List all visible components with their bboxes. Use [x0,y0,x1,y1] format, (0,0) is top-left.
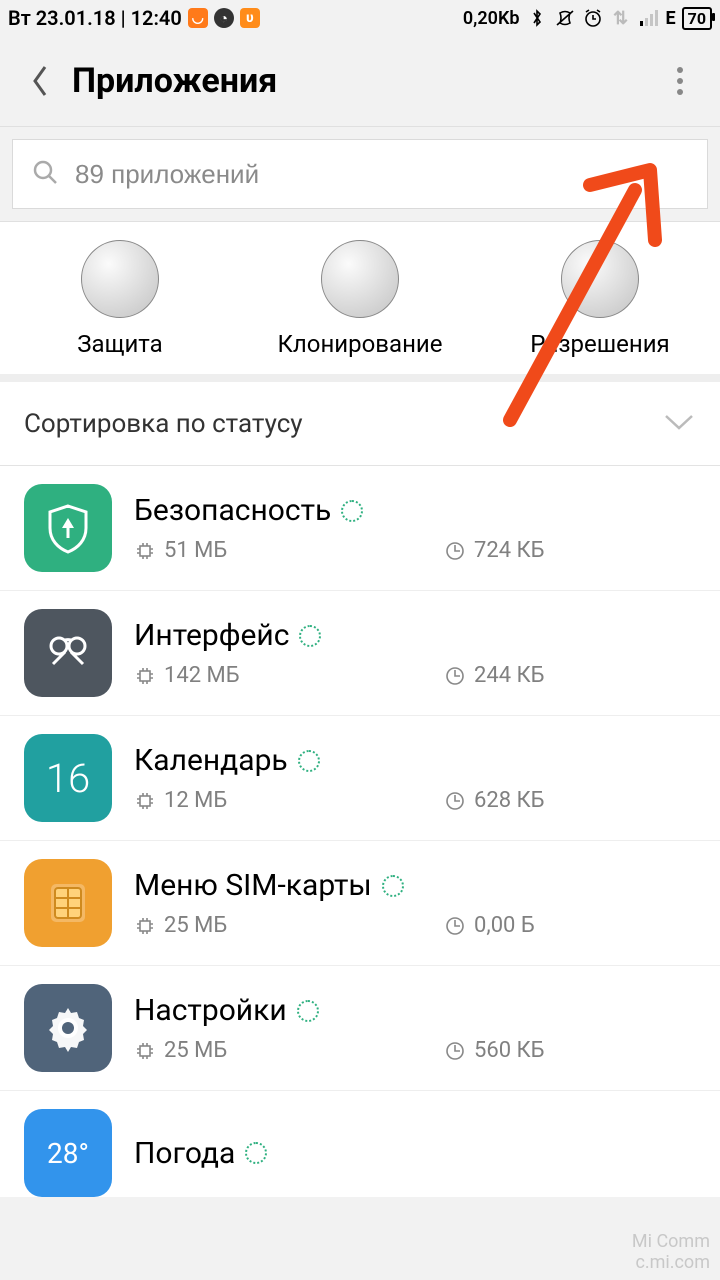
back-button[interactable] [16,57,64,105]
status-data: 0,20Kb [463,8,520,29]
app-storage: 25 МБ [164,913,227,938]
category-cloning-icon [321,240,399,318]
status-app-icon-2: ◔ [214,8,234,28]
app-storage: 51 МБ [164,538,227,563]
category-protection-icon [81,240,159,318]
category-cloning[interactable]: Клонирование [240,240,480,358]
running-indicator-icon [298,750,320,772]
more-button[interactable] [656,57,704,105]
watermark: Mi Comm c.mi.com [632,1231,710,1274]
sim-app-icon [24,859,112,947]
header: Приложения [0,36,720,126]
running-indicator-icon [299,625,321,647]
category-cloning-label: Клонирование [277,330,442,358]
search-input[interactable] [75,159,689,190]
search-box[interactable] [12,139,708,209]
app-name: Безопасность [134,493,331,528]
sort-row[interactable]: Сортировка по статусу [0,382,720,466]
status-app-icon-1: ◡ [188,8,208,28]
app-data: 0,00 Б [474,913,535,938]
weather-app-icon: 28° [24,1109,112,1197]
calendar-app-icon: 16 [24,734,112,822]
category-protection-label: Защита [77,330,162,358]
app-name: Погода [134,1136,235,1171]
status-bar: Вт 23.01.18 | 12:40 ◡ ◔ υ 0,20Kb ⇅ E 70 [0,0,720,36]
search-icon [31,158,59,190]
app-data: 724 КБ [474,538,545,563]
app-storage: 12 МБ [164,788,227,813]
running-indicator-icon [297,1000,319,1022]
app-data: 244 КБ [474,663,545,688]
app-name: Меню SIM-карты [134,868,372,903]
status-datetime: Вт 23.01.18 | 12:40 [8,6,182,30]
updown-icon: ⇅ [610,7,632,29]
vibrate-icon [554,7,576,29]
app-name: Настройки [134,993,287,1028]
interface-app-icon [24,609,112,697]
app-storage: 142 МБ [164,663,240,688]
search-container [0,126,720,222]
category-permissions[interactable]: Разрешения [480,240,720,358]
battery-icon: 70 [682,7,712,30]
running-indicator-icon [341,500,363,522]
category-permissions-icon [561,240,639,318]
app-item-calendar[interactable]: 16 Календарь 12 МБ 628 КБ [0,715,720,840]
chip-icon [134,665,156,687]
alarm-icon [582,7,604,29]
app-storage: 25 МБ [164,1038,227,1063]
clock-icon [444,540,466,562]
bluetooth-icon [526,7,548,29]
status-app-icon-3: υ [240,8,260,28]
signal-icon [638,7,660,29]
clock-icon [444,915,466,937]
running-indicator-icon [382,875,404,897]
running-indicator-icon [245,1142,267,1164]
clock-icon [444,790,466,812]
category-row: Защита Клонирование Разрешения [0,222,720,382]
app-name: Интерфейс [134,618,289,653]
sort-label: Сортировка по статусу [24,409,303,439]
chevron-down-icon [662,412,696,436]
settings-app-icon [24,984,112,1072]
chip-icon [134,790,156,812]
app-list: Безопасность 51 МБ 724 КБ Интерфейс 142 … [0,466,720,1197]
app-name: Календарь [134,743,288,778]
chip-icon [134,915,156,937]
app-data: 560 КБ [474,1038,545,1063]
category-permissions-label: Разрешения [530,330,669,358]
security-app-icon [24,484,112,572]
chip-icon [134,540,156,562]
app-data: 628 КБ [474,788,545,813]
category-protection[interactable]: Защита [0,240,240,358]
app-item-sim[interactable]: Меню SIM-карты 25 МБ 0,00 Б [0,840,720,965]
app-item-settings[interactable]: Настройки 25 МБ 560 КБ [0,965,720,1090]
chip-icon [134,1040,156,1062]
app-item-interface[interactable]: Интерфейс 142 МБ 244 КБ [0,590,720,715]
app-item-weather[interactable]: 28° Погода [0,1090,720,1197]
clock-icon [444,1040,466,1062]
app-item-security[interactable]: Безопасность 51 МБ 724 КБ [0,466,720,590]
clock-icon [444,665,466,687]
network-type: E [666,8,676,29]
page-title: Приложения [72,61,656,101]
